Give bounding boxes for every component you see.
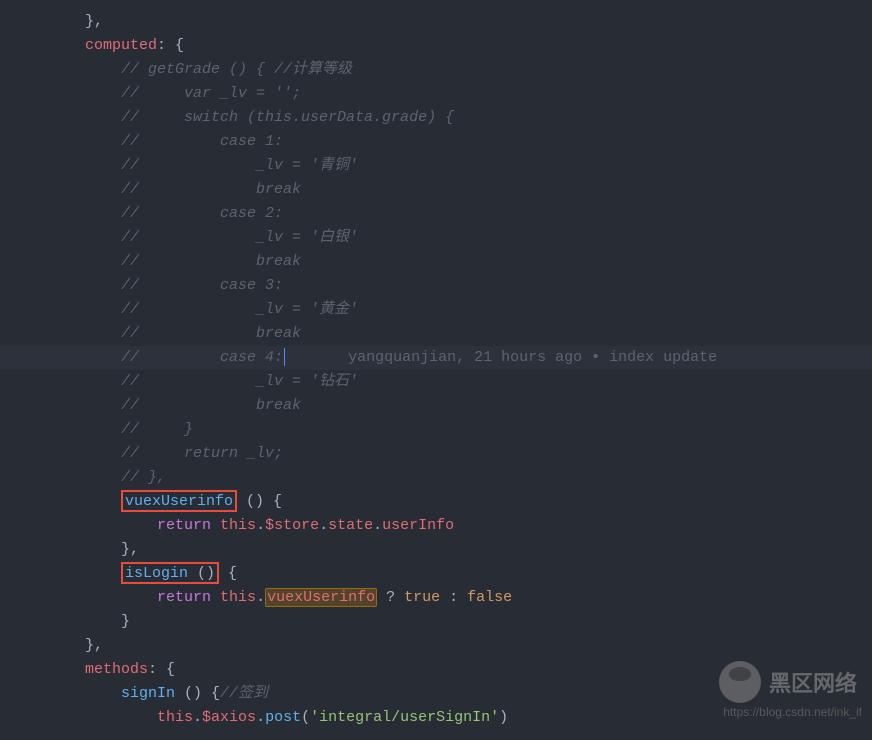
code-line: // case 3: [85,274,872,298]
code-line: // case 1: [85,130,872,154]
code-line: }, [85,538,872,562]
methods-key: methods [85,661,148,678]
watermark-text: 黑区网络 [769,666,857,698]
code-line: // var _lv = ''; [85,82,872,106]
word-highlight: vuexUserinfo [265,588,377,607]
watermark-url: https://blog.csdn.net/ink_if [723,705,862,719]
code-line: // case 2: [85,202,872,226]
git-blame-annotation: yangquanjian, 21 hours ago • index updat… [285,349,717,366]
code-line: // switch (this.userData.grade) { [85,106,872,130]
code-line: // _lv = '钻石' [85,370,872,394]
code-line: // }, [85,466,872,490]
code-line: return this.$store.state.userInfo [85,514,872,538]
comment: // case 1: [121,133,283,150]
comment: // break [121,325,301,342]
code-line: computed: { [85,34,872,58]
code-line: // return _lv; [85,442,872,466]
comment: //签到 [220,685,268,702]
code-line: // break [85,394,872,418]
code-line: vuexUserinfo () { [85,490,872,514]
comment: // var _lv = ''; [121,85,301,102]
code-line: } [85,610,872,634]
comment: // break [121,181,301,198]
watermark-logo: 黑区网络 [719,661,857,703]
comment: // } [121,421,193,438]
code-line: // _lv = '青铜' [85,154,872,178]
code-line: // break [85,322,872,346]
comment: // case 2: [121,205,283,222]
code-line: isLogin () { [85,562,872,586]
comment: // case 3: [121,277,283,294]
method-signIn: signIn [121,685,175,702]
code-line: // break [85,178,872,202]
code-line: // _lv = '白银' [85,226,872,250]
code-line: // _lv = '黄金' [85,298,872,322]
computed-key: computed [85,37,157,54]
comment: // _lv = '钻石' [121,373,358,390]
highlight-box: isLogin () [121,562,219,584]
code-line: return this.vuexUserinfo ? true : false [85,586,872,610]
this-keyword: this [157,709,193,726]
return-keyword: return [157,589,211,606]
mushroom-icon [719,661,761,703]
comment: // return _lv; [121,445,283,462]
highlight-box: vuexUserinfo [121,490,237,512]
comment: // break [121,253,301,270]
code-line: }, [85,10,872,34]
comment: // case 4: [121,349,283,366]
this-keyword: this [220,589,256,606]
method-isLogin: isLogin [125,565,188,582]
comment: // switch (this.userData.grade) { [121,109,454,126]
code-line: // break [85,250,872,274]
comment: // _lv = '白银' [121,229,358,246]
comment: // }, [121,469,166,486]
comment: // _lv = '青铜' [121,157,358,174]
method-vuexUserinfo: vuexUserinfo [125,493,233,510]
return-keyword: return [157,517,211,534]
brace: }, [85,13,103,30]
comment: // break [121,397,301,414]
code-line-active: // case 4: yangquanjian, 21 hours ago • … [85,346,872,370]
comment: // _lv = '黄金' [121,301,358,318]
this-keyword: this [220,517,256,534]
code-line: // getGrade () { //计算等级 [85,58,872,82]
code-line: }, [85,634,872,658]
comment: // getGrade () { //计算等级 [121,61,352,78]
code-editor[interactable]: }, computed: { // getGrade () { //计算等级 /… [0,0,872,740]
code-line: // } [85,418,872,442]
